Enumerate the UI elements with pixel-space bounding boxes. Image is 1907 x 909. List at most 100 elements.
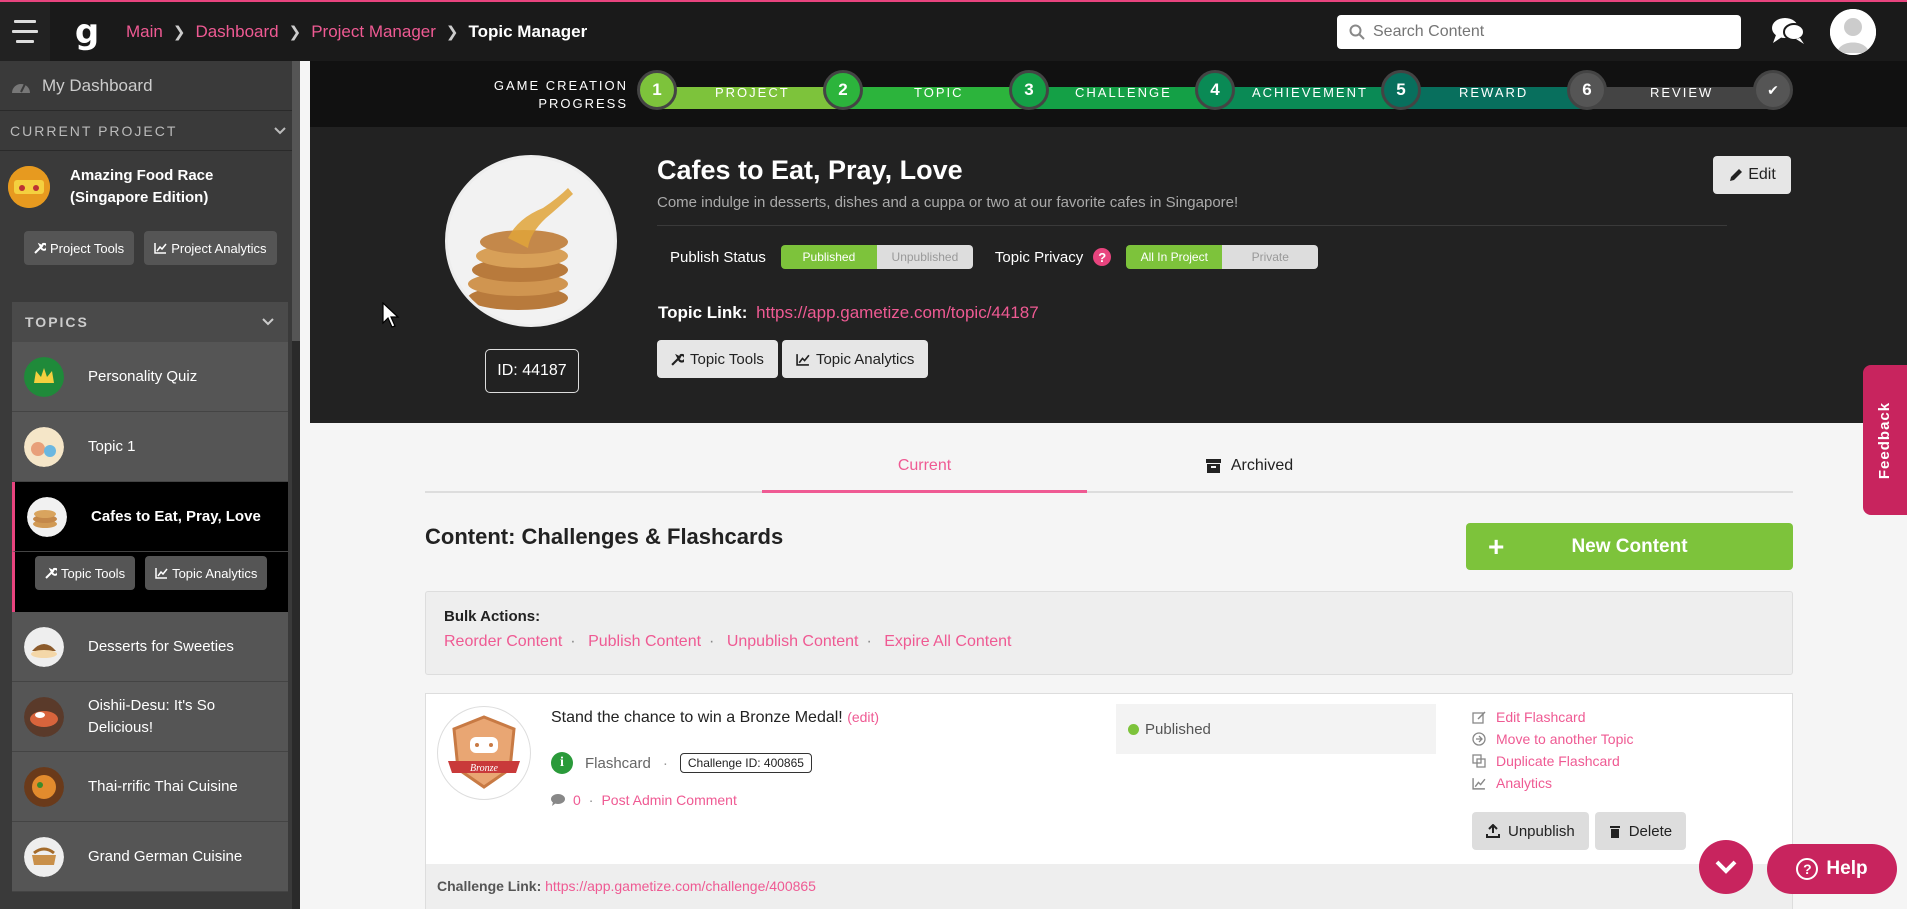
topic-thumbnail (24, 626, 64, 667)
delete-label: Delete (1628, 822, 1673, 840)
scroll-down-button[interactable] (1699, 840, 1753, 894)
step-6-label[interactable]: REVIEW (1650, 85, 1713, 100)
publish-content-link[interactable]: Publish Content (588, 633, 701, 650)
sidebar-topic-tools-button[interactable]: Topic Tools (35, 556, 136, 590)
publish-status-label: Publish Status (670, 248, 766, 266)
step-1-circle[interactable]: 1 (637, 70, 677, 110)
challenge-id-badge: Challenge ID: 400865 (679, 753, 812, 773)
duplicate-flashcard-link[interactable]: Duplicate Flashcard (1472, 750, 1634, 772)
step-6-circle[interactable]: 6 (1567, 70, 1607, 110)
tab-current[interactable]: Current (762, 441, 1087, 493)
current-project[interactable]: Amazing Food Race (Singapore Edition) (0, 151, 300, 223)
step-5-label[interactable]: REWARD (1459, 85, 1528, 100)
content-card: Bronze Stand the chance to win a Bronze … (425, 693, 1793, 909)
sidebar-topic-cafes[interactable]: Cafes to Eat, Pray, Love (12, 482, 288, 552)
project-tools-button[interactable]: Project Tools (24, 231, 135, 265)
progress-label-line1: GAME CREATION (493, 78, 628, 93)
check-icon[interactable]: ✔ (1753, 70, 1793, 110)
published-option[interactable]: Published (780, 245, 877, 269)
breadcrumb-project-manager[interactable]: Project Manager (311, 22, 436, 42)
unpublished-option[interactable]: Unpublished (876, 245, 973, 269)
arrow-circle-icon (1472, 732, 1486, 746)
chart-line-icon (1472, 777, 1486, 790)
comment-count[interactable]: 0 (573, 792, 581, 808)
step-4-circle[interactable]: 4 (1195, 70, 1235, 110)
step-2-circle[interactable]: 2 (823, 70, 863, 110)
chevron-right-icon: ❯ (445, 23, 459, 41)
unpublish-content-link[interactable]: Unpublish Content (727, 633, 859, 650)
wrench-icon (45, 567, 57, 579)
sidebar-topic-thai[interactable]: Thai-rrific Thai Cuisine (12, 752, 288, 822)
step-3-circle[interactable]: 3 (1009, 70, 1049, 110)
breadcrumb-dashboard[interactable]: Dashboard (195, 22, 278, 42)
publish-status-toggle[interactable]: Published Unpublished (780, 245, 973, 269)
main-content: GAME CREATION PROGRESS 1 PROJECT 2 TOPIC… (310, 61, 1907, 909)
sidebar-topic-analytics-button[interactable]: Topic Analytics (145, 556, 268, 590)
step-5-circle[interactable]: 5 (1381, 70, 1421, 110)
topic-thumbnail (24, 766, 64, 807)
delete-button[interactable]: Delete (1594, 812, 1687, 850)
step-1-label[interactable]: PROJECT (715, 85, 790, 100)
sidebar-topic-topic-1[interactable]: Topic 1 (12, 412, 288, 482)
content-section-title: Content: Challenges & Flashcards (425, 524, 784, 549)
help-button[interactable]: ? Help (1767, 844, 1897, 894)
gametize-logo[interactable]: g (68, 13, 106, 51)
sidebar-item-my-dashboard[interactable]: My Dashboard (0, 61, 300, 111)
edit-flashcard-link[interactable]: Edit Flashcard (1472, 706, 1634, 728)
breadcrumb-main[interactable]: Main (126, 22, 163, 42)
card-edit-link[interactable]: (edit) (847, 709, 879, 725)
top-bar: g Main ❯ Dashboard ❯ Project Manager ❯ T… (0, 0, 1907, 61)
tab-archived[interactable]: Archived (1087, 441, 1412, 491)
topic-privacy-toggle[interactable]: All In Project Private (1126, 245, 1319, 269)
feedback-tab[interactable]: Feedback (1863, 365, 1907, 515)
expire-all-content-link[interactable]: Expire All Content (884, 633, 1011, 650)
chat-icon[interactable] (1770, 16, 1806, 46)
private-option[interactable]: Private (1222, 245, 1319, 269)
project-analytics-button[interactable]: Project Analytics (144, 231, 277, 265)
unpublish-button[interactable]: Unpublish (1472, 812, 1589, 850)
feedback-label: Feedback (1876, 401, 1894, 479)
sidebar-topic-desserts[interactable]: Desserts for Sweeties (12, 612, 288, 682)
topic-status-row: Publish Status Published Unpublished Top… (670, 245, 1319, 269)
help-circle-icon[interactable]: ? (1093, 248, 1112, 266)
current-project-header[interactable]: CURRENT PROJECT (0, 111, 300, 151)
new-content-button[interactable]: + New Content (1466, 523, 1793, 570)
reorder-content-link[interactable]: Reorder Content (444, 633, 562, 650)
help-circle-icon: ? (1796, 858, 1819, 880)
step-2-label[interactable]: TOPIC (914, 85, 964, 100)
menu-icon[interactable] (0, 2, 50, 61)
help-label: Help (1826, 858, 1868, 879)
edit-topic-button[interactable]: Edit (1713, 156, 1791, 194)
sidebar-topic-oishii[interactable]: Oishii-Desu: It's So Delicious! (12, 682, 288, 752)
post-admin-comment-link[interactable]: Post Admin Comment (601, 792, 736, 808)
topics-header[interactable]: TOPICS (12, 302, 288, 342)
topic-tools-button[interactable]: Topic Tools (657, 340, 778, 378)
all-in-project-option[interactable]: All In Project (1126, 245, 1223, 269)
topic-link[interactable]: https://app.gametize.com/topic/44187 (756, 303, 1039, 322)
topic-link-row: Topic Link: https://app.gametize.com/top… (658, 303, 1039, 323)
sidebar-scrollbar[interactable] (292, 61, 300, 909)
sidebar-topic-german[interactable]: Grand German Cuisine (12, 822, 288, 892)
my-dashboard-label: My Dashboard (42, 75, 153, 95)
content-tabs: Current Archived (425, 441, 1793, 493)
sidebar-topic-personality-quiz[interactable]: Personality Quiz (12, 342, 288, 412)
analytics-link[interactable]: Analytics (1472, 772, 1634, 794)
edit-icon (1472, 710, 1486, 724)
card-type-row: i Flashcard · Challenge ID: 400865 (551, 752, 812, 774)
topic-analytics-button[interactable]: Topic Analytics (781, 340, 929, 378)
sidebar: My Dashboard CURRENT PROJECT Amazing Foo… (0, 61, 300, 909)
step-3-label[interactable]: CHALLENGE (1075, 85, 1172, 100)
dashboard-icon (12, 83, 30, 93)
topic-analytics-label: Topic Analytics (172, 565, 258, 581)
move-topic-link[interactable]: Move to another Topic (1472, 728, 1634, 750)
user-avatar[interactable] (1830, 9, 1876, 55)
challenge-link[interactable]: https://app.gametize.com/challenge/40086… (545, 878, 816, 894)
step-4-label[interactable]: ACHIEVEMENT (1252, 85, 1368, 100)
bulk-actions-title: Bulk Actions: (444, 608, 541, 625)
chevron-down-icon (1715, 860, 1737, 874)
topic-thumbnail (24, 356, 64, 397)
topic-image[interactable] (445, 155, 617, 327)
search-input[interactable] (1373, 23, 1733, 41)
topic-thumbnail (24, 696, 64, 737)
topic-description: Come indulge in desserts, dishes and a c… (657, 194, 1239, 211)
